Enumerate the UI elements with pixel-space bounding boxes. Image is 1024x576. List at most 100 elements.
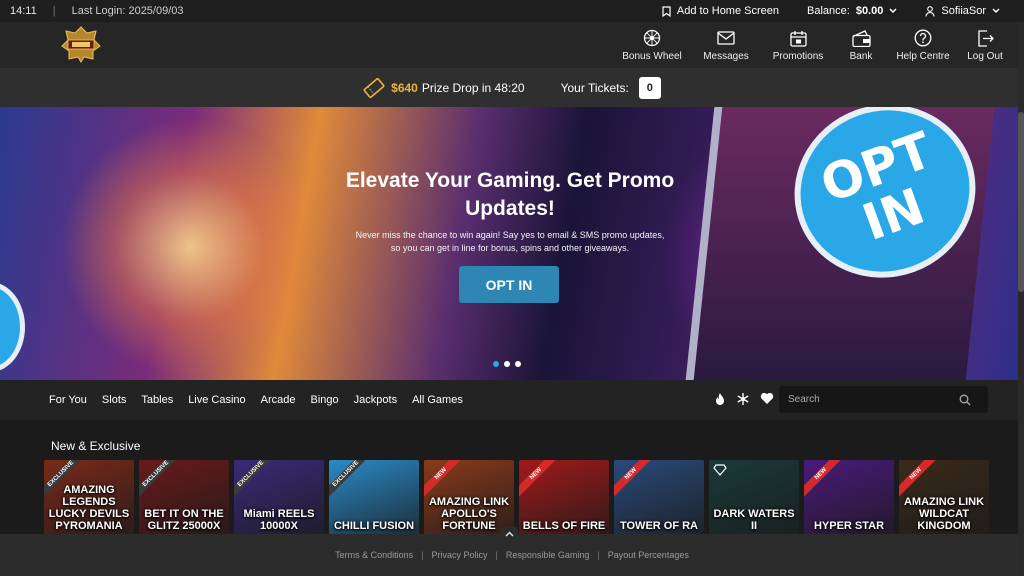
tickets-count: 0 (638, 76, 661, 99)
category-arcade[interactable]: Arcade (261, 394, 296, 406)
footer-payout-link[interactable]: Payout Percentages (608, 550, 689, 560)
opt-in-bubble-text: OPT IN (813, 120, 940, 253)
game-tile[interactable]: NEW AMAZING LINK WILDCAT KINGDOM (899, 460, 989, 536)
banner-heading: Elevate Your Gaming. Get Promo Updates! (345, 169, 675, 220)
user-menu[interactable]: SofiiaSor (925, 5, 1000, 17)
page-scrollbar[interactable] (1018, 22, 1024, 576)
nav-bonus-wheel[interactable]: Bonus Wheel (622, 22, 682, 68)
game-tile[interactable]: EXCLUSIVE BET IT ON THE GLITZ 25000X (139, 460, 229, 536)
promo-banner[interactable]: OPT IN Elevate Your Gaming. Get Promo Up… (0, 107, 1024, 380)
balance-dropdown[interactable]: Balance: $0.00 (807, 5, 897, 17)
footer-responsible-gaming-link[interactable]: Responsible Gaming (506, 550, 590, 560)
category-bingo[interactable]: Bingo (311, 394, 339, 406)
nav-label: Bonus Wheel (622, 51, 682, 62)
wheel-icon (643, 29, 661, 47)
heart-icon[interactable] (760, 392, 774, 405)
category-all-games[interactable]: All Games (412, 394, 463, 406)
diamond-icon (713, 464, 727, 476)
carousel-dot[interactable] (504, 361, 510, 367)
game-tile[interactable]: EXCLUSIVE CHILLI FUSION (329, 460, 419, 536)
prize-amount: $640 (391, 80, 418, 95)
game-search[interactable] (779, 386, 988, 413)
category-tables[interactable]: Tables (141, 394, 173, 406)
game-title: BET IT ON THE GLITZ 25000X (144, 508, 224, 532)
game-tile[interactable]: DARK WATERS II (709, 460, 799, 536)
nav-log-out[interactable]: Log Out (964, 22, 1006, 68)
nav-bank[interactable]: Bank (846, 22, 876, 68)
scrollbar-thumb[interactable] (1018, 112, 1024, 292)
category-live-casino[interactable]: Live Casino (188, 394, 245, 406)
nav-promotions[interactable]: Promotions (770, 22, 826, 68)
banner-subtext: Never miss the chance to win again! Say … (355, 230, 665, 253)
nav-label: Promotions (772, 51, 824, 62)
balance-label: Balance: (807, 5, 850, 17)
add-to-home-label: Add to Home Screen (676, 5, 780, 17)
snowflake-icon[interactable] (736, 392, 750, 406)
category-jackpots[interactable]: Jackpots (354, 394, 397, 406)
nav-label: Log Out (967, 51, 1003, 62)
search-icon[interactable] (959, 394, 971, 406)
section-title: New & Exclusive (51, 439, 141, 453)
divider: | (495, 550, 498, 560)
new-exclusive-section: New & Exclusive EXCLUSIVE AMAZING LEGENDS… (0, 420, 1024, 536)
game-title: HYPER STAR (813, 520, 885, 532)
games-category-nav: For You Slots Tables Live Casino Arcade … (0, 380, 1024, 420)
footer-terms-link[interactable]: Terms & Conditions (335, 550, 413, 560)
flame-icon[interactable] (714, 392, 726, 406)
chevron-down-icon (889, 8, 897, 14)
game-tile[interactable]: EXCLUSIVE Miami REELS 10000X (234, 460, 324, 536)
casino-logo[interactable] (60, 25, 102, 63)
game-tiles-row: EXCLUSIVE AMAZING LEGENDS LUCKY DEVILS PY… (44, 460, 989, 536)
game-tile[interactable]: NEW HYPER STAR (804, 460, 894, 536)
divider: | (52, 5, 56, 17)
game-badge: NEW (519, 460, 564, 502)
footer-privacy-link[interactable]: Privacy Policy (432, 550, 488, 560)
tickets-label: Your Tickets: (560, 80, 629, 95)
username: SofiiaSor (941, 5, 986, 17)
game-badge: NEW (614, 460, 659, 502)
carousel-dot[interactable] (493, 361, 499, 367)
top-status-bar: 14:11 | Last Login: 2025/09/03 Add to Ho… (0, 0, 1024, 22)
wallet-icon (851, 29, 871, 47)
nav-label: Bank (849, 51, 873, 62)
category-slots[interactable]: Slots (102, 394, 126, 406)
nav-help-centre[interactable]: Help Centre (896, 22, 950, 68)
main-navbar: Bonus Wheel Messages Promotions Bank Hel… (0, 22, 1024, 68)
question-icon (914, 29, 932, 47)
game-tile[interactable]: NEW TOWER OF RA (614, 460, 704, 536)
game-title: BELLS OF FIRE (522, 520, 606, 532)
nav-messages[interactable]: Messages (702, 22, 750, 68)
ticket-icon (363, 77, 385, 98)
envelope-icon (717, 31, 735, 45)
game-tile[interactable]: EXCLUSIVE AMAZING LEGENDS LUCKY DEVILS PY… (44, 460, 134, 536)
game-tile[interactable]: NEW BELLS OF FIRE (519, 460, 609, 536)
slot-machine-artwork (60, 117, 320, 377)
game-title: TOWER OF RA (619, 520, 698, 532)
nav-label: Messages (703, 51, 749, 62)
logout-icon (977, 29, 994, 47)
game-badge: EXCLUSIVE (139, 460, 184, 502)
prize-countdown: Prize Drop in 48:20 (421, 80, 525, 95)
opt-in-button[interactable]: OPT IN (459, 266, 559, 303)
balance-value: $0.00 (855, 5, 884, 17)
carousel-dot[interactable] (515, 361, 521, 367)
game-badge: EXCLUSIVE (329, 460, 374, 502)
game-title: Miami REELS 10000X (243, 508, 315, 532)
add-to-home-button[interactable]: Add to Home Screen (662, 5, 779, 17)
chevron-up-icon (504, 531, 514, 537)
game-tile[interactable]: NEW AMAZING LINK APOLLO'S FORTUNE (424, 460, 514, 536)
last-login-text: Last Login: 2025/09/03 (71, 5, 184, 17)
calendar-gift-icon (789, 30, 807, 47)
search-input[interactable] (779, 394, 959, 405)
divider: | (597, 550, 600, 560)
carousel-dots (493, 361, 521, 367)
clock-time: 14:11 (10, 5, 37, 17)
user-icon (925, 5, 935, 17)
bookmark-icon (662, 5, 671, 17)
prize-drop-bar[interactable]: $640 Prize Drop in 48:20 Your Tickets: 0 (0, 68, 1024, 107)
scroll-up-button[interactable] (500, 527, 518, 541)
game-badge: NEW (804, 460, 849, 502)
game-title: DARK WATERS II (713, 508, 795, 532)
game-badge: EXCLUSIVE (234, 460, 279, 502)
category-for-you[interactable]: For You (49, 394, 87, 406)
